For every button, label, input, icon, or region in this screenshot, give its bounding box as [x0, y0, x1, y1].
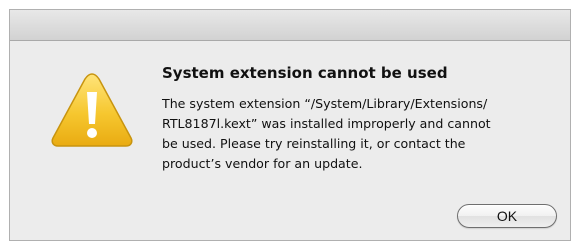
message-line: RTL8187l.kext” was installed improperly …: [162, 116, 491, 131]
warning-icon: [51, 73, 133, 147]
alert-dialog: System extension cannot be used The syst…: [9, 9, 571, 241]
dialog-titlebar: [10, 10, 570, 41]
message-line: be used. Please try reinstalling it, or …: [162, 136, 466, 151]
message-line: The system extension “/System/Library/Ex…: [162, 96, 488, 111]
message-line: product’s vendor for an update.: [162, 156, 363, 171]
dialog-title: System extension cannot be used: [162, 64, 448, 82]
dialog-message: The system extension “/System/Library/Ex…: [162, 94, 564, 174]
ok-button[interactable]: OK: [457, 204, 557, 228]
